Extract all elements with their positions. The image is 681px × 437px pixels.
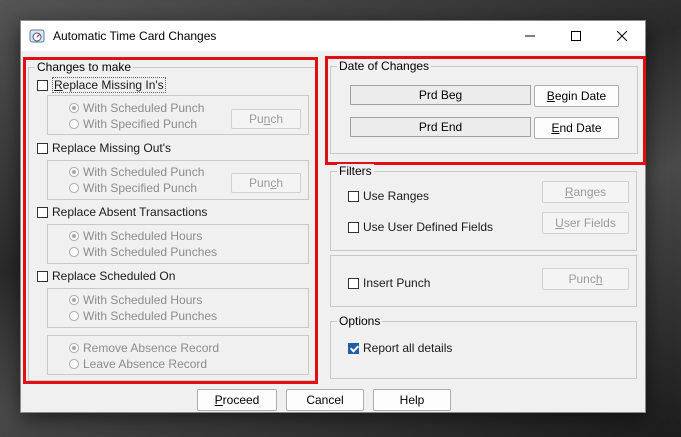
radio-label: With Scheduled Hours xyxy=(83,229,203,243)
radio-label: Leave Absence Record xyxy=(83,357,208,371)
missing-ins-specified-radio[interactable]: With Specified Punch xyxy=(69,117,197,131)
replace-missing-ins-label: Replace Missing In's xyxy=(52,77,166,93)
maximize-button[interactable] xyxy=(553,21,599,51)
checkbox-box[interactable] xyxy=(348,221,359,233)
use-ranges-checkbox[interactable]: Use Ranges xyxy=(348,189,429,203)
end-date-button[interactable]: End Date xyxy=(534,117,619,139)
close-icon xyxy=(617,31,627,41)
user-fields-button[interactable]: User Fields xyxy=(542,212,629,234)
missing-outs-punch-button[interactable]: Pun c h xyxy=(231,173,301,193)
radio-unselected[interactable] xyxy=(69,183,79,193)
filters-label: Filters xyxy=(337,164,374,178)
insert-punch-button[interactable]: Punc h xyxy=(542,268,629,290)
dialog-window: Automatic Time Card Changes Changes to m… xyxy=(20,20,646,413)
leave-absence-record-radio[interactable]: Leave Absence Record xyxy=(69,357,207,371)
radio-label: With Scheduled Punch xyxy=(83,165,205,179)
missing-outs-specified-radio[interactable]: With Specified Punch xyxy=(69,181,197,195)
replace-scheduled-on-checkbox[interactable]: Replace Scheduled On xyxy=(37,269,175,283)
use-ranges-label: Use Ranges xyxy=(363,189,430,203)
scheduled-on-hours-radio[interactable]: With Scheduled Hours xyxy=(69,293,202,307)
report-all-details-checkbox[interactable]: Report all details xyxy=(348,341,452,355)
checkbox-box[interactable] xyxy=(348,277,359,289)
checkbox-box[interactable] xyxy=(37,142,48,154)
missing-outs-scheduled-radio[interactable]: With Scheduled Punch xyxy=(69,165,204,179)
radio-unselected[interactable] xyxy=(69,359,79,369)
remove-absence-record-radio[interactable]: Remove Absence Record xyxy=(69,341,219,355)
options-label: Options xyxy=(337,314,383,328)
date-of-changes-group: Date of Changes xyxy=(330,59,638,154)
ranges-button[interactable]: Ranges xyxy=(542,181,629,203)
replace-missing-outs-checkbox[interactable]: Replace Missing Out's xyxy=(37,141,171,155)
close-button[interactable] xyxy=(599,21,645,51)
proceed-button[interactable]: Proceed xyxy=(197,389,277,411)
radio-label: With Scheduled Punches xyxy=(83,309,218,323)
radio-label: With Specified Punch xyxy=(83,181,198,195)
checkbox-box[interactable] xyxy=(37,79,48,91)
replace-scheduled-on-label: Replace Scheduled On xyxy=(52,269,176,283)
insert-punch-checkbox[interactable]: Insert Punch xyxy=(348,276,430,290)
radio-selected[interactable] xyxy=(69,167,79,177)
checkbox-box[interactable] xyxy=(37,270,48,282)
checkbox-box[interactable] xyxy=(37,206,48,218)
replace-absent-label: Replace Absent Transactions xyxy=(52,205,208,219)
radio-label: With Specified Punch xyxy=(83,117,198,131)
replace-missing-outs-label: Replace Missing Out's xyxy=(52,141,172,155)
title-bar[interactable]: Automatic Time Card Changes xyxy=(21,21,645,51)
radio-label: With Scheduled Punch xyxy=(83,101,205,115)
absent-scheduled-hours-radio[interactable]: With Scheduled Hours xyxy=(69,229,202,243)
minimize-icon xyxy=(525,35,535,37)
changes-to-make-label: Changes to make xyxy=(35,60,134,74)
help-button[interactable]: Help xyxy=(373,389,451,411)
replace-absent-transactions-checkbox[interactable]: Replace Absent Transactions xyxy=(37,205,207,219)
radio-unselected[interactable] xyxy=(69,119,79,129)
begin-date-button[interactable]: Begin Date xyxy=(534,85,619,107)
report-all-details-label: Report all details xyxy=(363,341,453,355)
radio-selected[interactable] xyxy=(69,231,79,241)
radio-unselected[interactable] xyxy=(69,247,79,257)
absent-scheduled-punches-radio[interactable]: With Scheduled Punches xyxy=(69,245,217,259)
clock-gauge-icon xyxy=(29,29,45,43)
use-user-fields-checkbox[interactable]: Use User Defined Fields xyxy=(348,220,493,234)
radio-selected[interactable] xyxy=(69,103,79,113)
radio-selected[interactable] xyxy=(69,343,79,353)
use-user-fields-label: Use User Defined Fields xyxy=(363,220,494,234)
checkbox-box[interactable] xyxy=(348,190,359,202)
insert-punch-label: Insert Punch xyxy=(363,276,431,290)
prd-end-field: Prd End xyxy=(350,117,531,137)
missing-ins-punch-button[interactable]: Pu n ch xyxy=(231,109,301,129)
checkbox-checked[interactable] xyxy=(348,342,359,354)
radio-selected[interactable] xyxy=(69,295,79,305)
prd-beg-field: Prd Beg xyxy=(350,85,531,105)
replace-missing-ins-checkbox[interactable]: Replace Missing In's xyxy=(37,77,166,93)
radio-label: With Scheduled Punches xyxy=(83,245,218,259)
radio-label: With Scheduled Hours xyxy=(83,293,203,307)
date-of-changes-label: Date of Changes xyxy=(337,59,432,73)
window-title: Automatic Time Card Changes xyxy=(53,29,217,43)
minimize-button[interactable] xyxy=(507,21,553,51)
cancel-button[interactable]: Cancel xyxy=(286,389,364,411)
radio-label: Remove Absence Record xyxy=(83,341,220,355)
maximize-icon xyxy=(571,31,581,41)
missing-ins-scheduled-radio[interactable]: With Scheduled Punch xyxy=(69,101,204,115)
radio-unselected[interactable] xyxy=(69,311,79,321)
scheduled-on-punches-radio[interactable]: With Scheduled Punches xyxy=(69,309,217,323)
